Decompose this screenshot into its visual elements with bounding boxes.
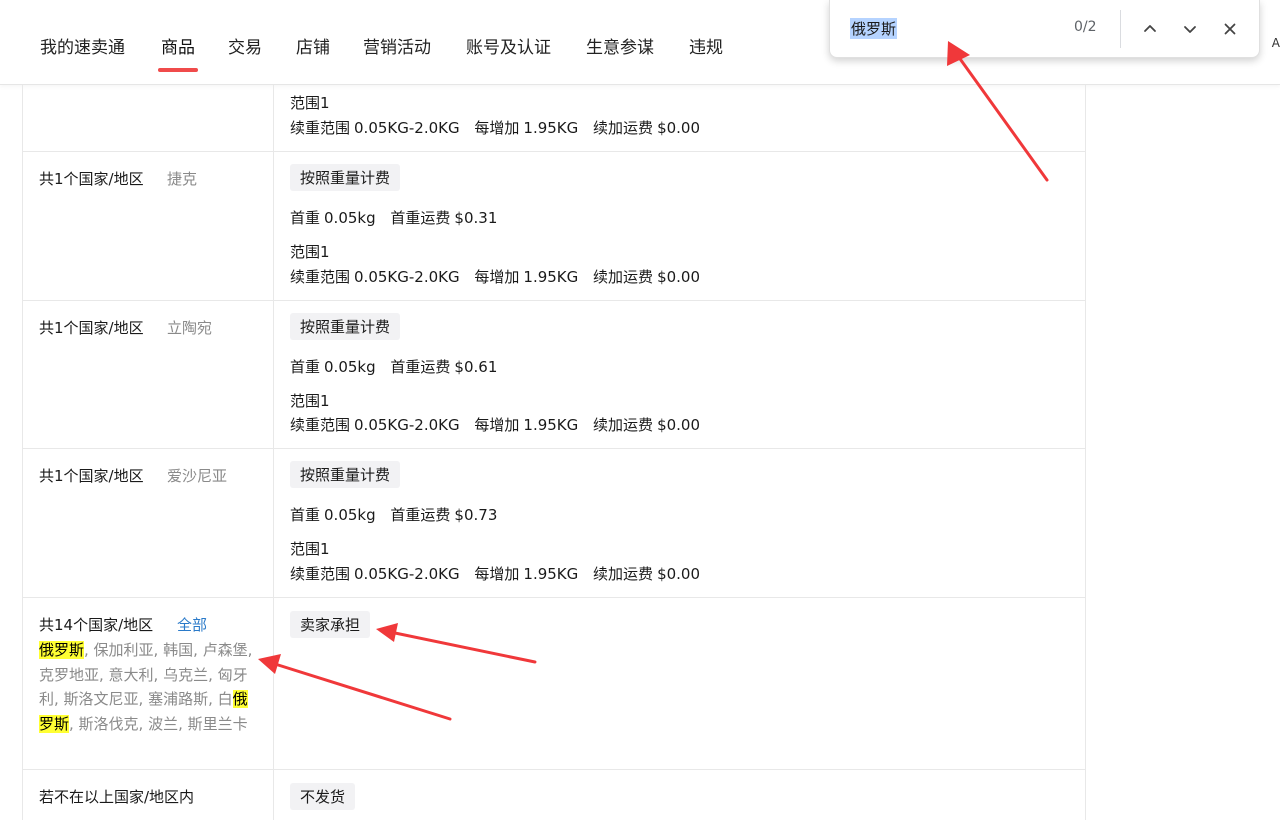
country-list-text: , 斯洛伐克, 波兰, 斯里兰卡 (69, 714, 248, 733)
row-country-cell: 共1个国家/地区 爱沙尼亚 (23, 449, 274, 597)
first-weight-line: 首重 0.05kg 首重运费 $0.61 (290, 358, 498, 376)
fallback-label: 若不在以上国家/地区内 (39, 788, 195, 806)
table-row: 共1个国家/地区 立陶宛 按照重量计费 首重 0.05kg 首重运费 $0.61 范… (23, 301, 1085, 449)
show-all-countries-link[interactable]: 全部 (177, 614, 207, 635)
nav-active-underline (158, 68, 198, 72)
nav-item-violations[interactable]: 违规 (689, 33, 723, 58)
find-match-count: 0/2 (1074, 19, 1097, 35)
shipping-template-table: 范围1 续重范围 0.05KG-2.0KG 每增加 1.95KG 续加运费 $0.00… (22, 85, 1086, 820)
billing-method-tag: 按照重量计费 (290, 164, 401, 191)
nav-item-marketing[interactable]: 营销活动 (363, 33, 431, 58)
country-count-label: 共1个国家/地区 (39, 467, 144, 485)
nav-item-my-aliexpress[interactable]: 我的速卖通 (40, 33, 125, 58)
continued-weight-line: 续重范围 0.05KG-2.0KG 每增加 1.95KG 续加运费 $0.00 (290, 565, 701, 583)
find-next-button[interactable] (1175, 14, 1205, 44)
country-count-label: 共1个国家/地区 (39, 319, 144, 337)
table-row: 共1个国家/地区 捷克 按照重量计费 首重 0.05kg 首重运费 $0.31 范围… (23, 152, 1085, 301)
country-name: 立陶宛 (167, 319, 213, 337)
country-name: 捷克 (167, 170, 198, 188)
nav-item-store[interactable]: 店铺 (296, 33, 330, 58)
billing-method-tag: 按照重量计费 (290, 313, 401, 340)
table-row: 共1个国家/地区 爱沙尼亚 按照重量计费 首重 0.05kg 首重运费 $0.73 … (23, 449, 1085, 598)
chevron-up-icon (1144, 25, 1156, 32)
first-weight-line: 首重 0.05kg 首重运费 $0.31 (290, 209, 498, 227)
table-row-fallback: 若不在以上国家/地区内 不发货 (23, 770, 1085, 820)
search-match-highlight: 俄罗斯 (39, 641, 85, 659)
chevron-down-icon (1184, 26, 1196, 33)
row-fee-cell: 按照重量计费 首重 0.05kg 首重运费 $0.31 范围1 续重范围 0.05KG… (274, 152, 1085, 300)
nav-item-trade[interactable]: 交易 (228, 33, 262, 58)
row-country-cell: 共14个国家/地区 全部 俄罗斯, 保加利亚, 韩国, 卢森堡, 克罗地亚, 意… (23, 598, 274, 769)
continued-weight-line: 续重范围 0.05KG-2.0KG 每增加 1.95KG 续加运费 $0.00 (290, 268, 701, 286)
row-fee-cell: 按照重量计费 首重 0.05kg 首重运费 $0.73 范围1 续重范围 0.05KG… (274, 449, 1085, 597)
first-weight-line: 首重 0.05kg 首重运费 $0.73 (290, 506, 498, 524)
country-name: 爱沙尼亚 (167, 467, 228, 485)
row-fee-cell: 不发货 (274, 770, 1085, 820)
close-icon (1224, 23, 1236, 35)
row-fee-cell: 范围1 续重范围 0.05KG-2.0KG 每增加 1.95KG 续加运费 $0.00 (274, 85, 1085, 151)
nav-edge-glyph: A (1271, 36, 1280, 50)
continued-weight-line: 续重范围 0.05KG-2.0KG 每增加 1.95KG 续加运费 $0.00 (290, 416, 701, 434)
find-close-button[interactable] (1215, 14, 1245, 44)
table-row-country-group: 共14个国家/地区 全部 俄罗斯, 保加利亚, 韩国, 卢森堡, 克罗地亚, 意… (23, 598, 1085, 770)
nav-item-business-advisor[interactable]: 生意参谋 (586, 33, 654, 58)
row-country-cell: 若不在以上国家/地区内 (23, 770, 274, 820)
row-fee-cell: 卖家承担 (274, 598, 1085, 769)
country-list: 俄罗斯, 保加利亚, 韩国, 卢森堡, 克罗地亚, 意大利, 乌克兰, 匈牙利,… (39, 638, 259, 736)
billing-method-tag: 卖家承担 (290, 611, 371, 638)
row-country-cell: 共1个国家/地区 捷克 (23, 152, 274, 300)
range-label: 范围1 (290, 392, 330, 410)
range-label: 范围1 (290, 243, 330, 261)
range-label: 范围1 (290, 540, 330, 558)
range-label: 范围1 (290, 94, 330, 112)
row-country-cell: 共1个国家/地区 立陶宛 (23, 301, 274, 448)
row-country-cell (23, 85, 274, 151)
row-fee-cell: 按照重量计费 首重 0.05kg 首重运费 $0.61 范围1 续重范围 0.05KG… (274, 301, 1085, 448)
table-row-partial: 范围1 续重范围 0.05KG-2.0KG 每增加 1.95KG 续加运费 $0.00 (23, 85, 1085, 152)
find-divider (1120, 10, 1121, 48)
nav-item-products[interactable]: 商品 (161, 33, 195, 58)
billing-method-tag: 按照重量计费 (290, 461, 401, 488)
continued-weight-line: 续重范围 0.05KG-2.0KG 每增加 1.95KG 续加运费 $0.00 (290, 119, 701, 137)
find-in-page-bar: 俄罗斯 0/2 (829, 0, 1260, 58)
country-count-label: 共1个国家/地区 (39, 170, 144, 188)
nav-item-account[interactable]: 账号及认证 (466, 33, 551, 58)
find-previous-button[interactable] (1135, 14, 1165, 44)
billing-method-tag: 不发货 (290, 783, 356, 810)
find-input[interactable]: 俄罗斯 (850, 18, 898, 39)
country-count-label: 共14个国家/地区 (39, 616, 154, 634)
